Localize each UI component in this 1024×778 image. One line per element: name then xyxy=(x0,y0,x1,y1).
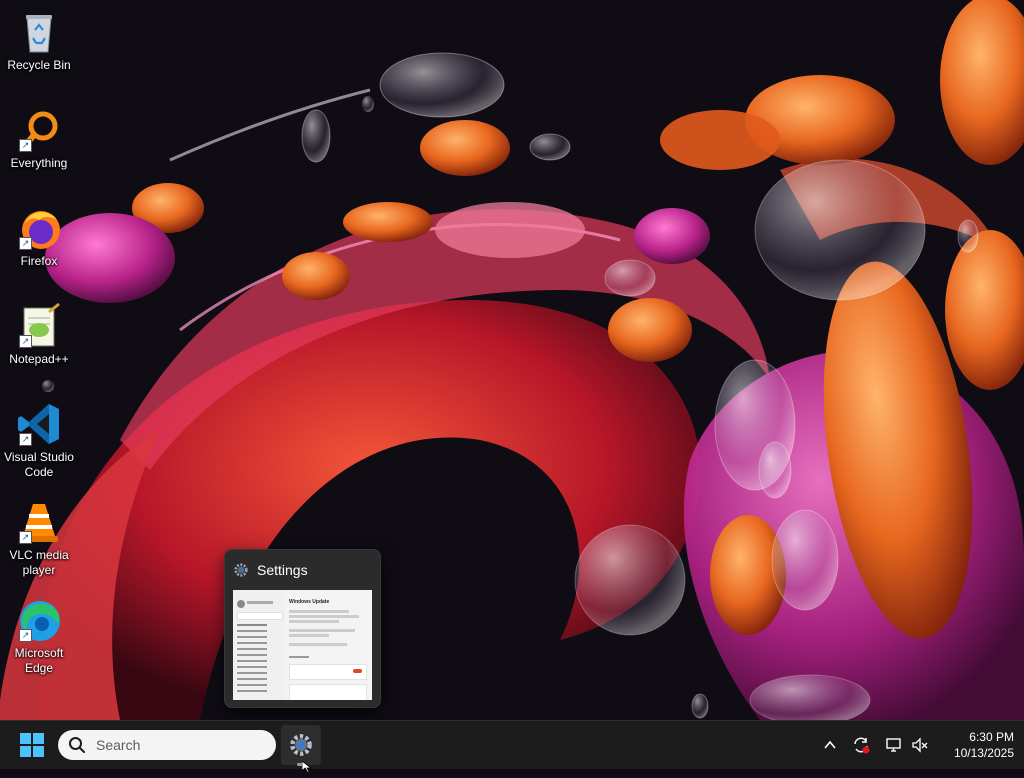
shortcut-arrow-icon: ↗ xyxy=(19,629,32,642)
taskbar-thumbnail-preview[interactable]: Settings Windows Update xyxy=(224,549,381,708)
shortcut-arrow-icon: ↗ xyxy=(19,531,32,544)
desktop-icon-vlc[interactable]: ↗ VLC media player xyxy=(0,492,78,588)
tray-network[interactable] xyxy=(884,735,904,755)
start-button[interactable] xyxy=(14,729,50,761)
desktop-wallpaper xyxy=(0,0,1024,720)
thumbnail-heading: Windows Update xyxy=(289,599,330,605)
sync-icon xyxy=(852,736,870,754)
desktop-icon-firefox[interactable]: ↗ Firefox xyxy=(0,198,78,294)
taskbar: 6:30 PM 10/13/2025 xyxy=(0,720,1024,769)
network-icon xyxy=(885,736,903,754)
taskbar-app-settings[interactable] xyxy=(281,725,321,765)
desktop-icon-label: VLC media player xyxy=(9,548,69,577)
tray-sync-status[interactable] xyxy=(851,735,871,755)
preview-header: Settings xyxy=(225,550,380,590)
desktop-icon-label: Notepad++ xyxy=(9,352,69,366)
system-clock[interactable]: 6:30 PM 10/13/2025 xyxy=(938,729,1014,761)
clock-time: 6:30 PM xyxy=(969,730,1014,744)
settings-gear-icon xyxy=(288,732,314,758)
thumbnail-sidebar xyxy=(233,590,285,700)
volume-muted-icon xyxy=(911,736,929,754)
chevron-up-icon xyxy=(823,738,837,752)
taskbar-search-box[interactable] xyxy=(58,730,276,760)
shortcut-arrow-icon: ↗ xyxy=(19,139,32,152)
notepad-plus-plus-icon: ↗ xyxy=(15,302,63,350)
tray-volume[interactable] xyxy=(910,735,930,755)
desktop-icon-label: Firefox xyxy=(20,254,58,268)
search-icon xyxy=(68,736,86,754)
shortcut-arrow-icon: ↗ xyxy=(19,335,32,348)
shortcut-arrow-icon: ↗ xyxy=(19,433,32,446)
desktop-icon-label: Recycle Bin xyxy=(7,58,71,72)
search-input[interactable] xyxy=(94,736,268,754)
desktop-icon-label: Microsoft Edge xyxy=(14,646,64,675)
preview-title: Settings xyxy=(257,562,308,578)
clock-date: 10/13/2025 xyxy=(953,746,1014,760)
settings-gear-icon xyxy=(233,562,249,578)
vlc-icon: ↗ xyxy=(15,498,63,546)
desktop-icon-everything[interactable]: ↗ Everything xyxy=(0,100,78,196)
desktop-icon-recycle-bin[interactable]: Recycle Bin xyxy=(0,2,78,98)
thumbnail-content xyxy=(289,610,367,700)
desktop-icon-label: Visual Studio Code xyxy=(4,450,74,479)
desktop-icon-edge[interactable]: ↗ Microsoft Edge xyxy=(0,590,78,686)
recycle-bin-icon xyxy=(15,8,63,56)
vscode-icon: ↗ xyxy=(15,400,63,448)
everything-search-icon: ↗ xyxy=(15,106,63,154)
desktop-icon-label: Everything xyxy=(10,156,68,170)
firefox-icon: ↗ xyxy=(15,204,63,252)
settings-window-thumbnail[interactable]: Windows Update xyxy=(233,590,372,700)
edge-icon: ↗ xyxy=(15,596,63,644)
desktop-icon-notepad-plus-plus[interactable]: ↗ Notepad++ xyxy=(0,296,78,392)
shortcut-arrow-icon: ↗ xyxy=(19,237,32,250)
desktop-icon-vscode[interactable]: ↗ Visual Studio Code xyxy=(0,394,78,490)
show-hidden-icons-button[interactable] xyxy=(820,735,840,755)
windows-logo-icon xyxy=(20,733,44,757)
mouse-cursor xyxy=(301,760,313,778)
